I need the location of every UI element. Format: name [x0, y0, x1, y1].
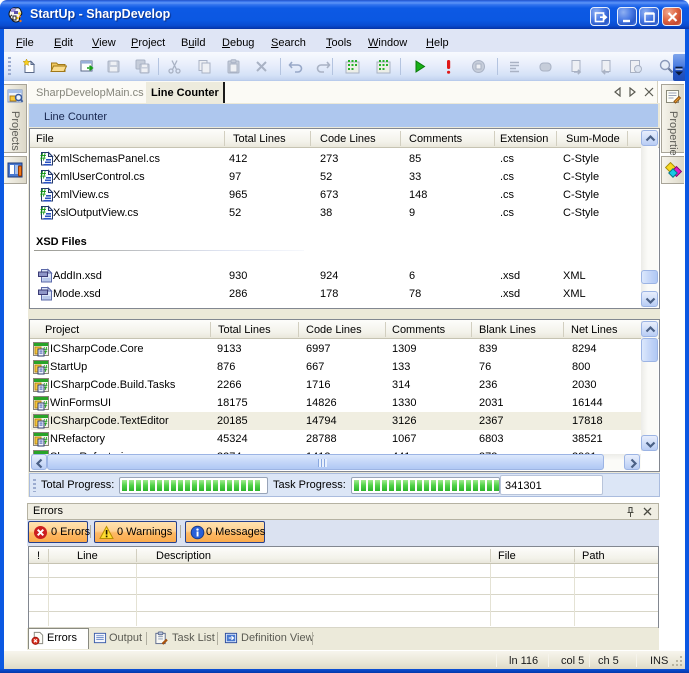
svg-text:#: # — [40, 170, 46, 182]
svg-text:#: # — [40, 206, 46, 218]
svg-text:#: # — [40, 152, 46, 164]
svg-text:#: # — [40, 188, 46, 200]
